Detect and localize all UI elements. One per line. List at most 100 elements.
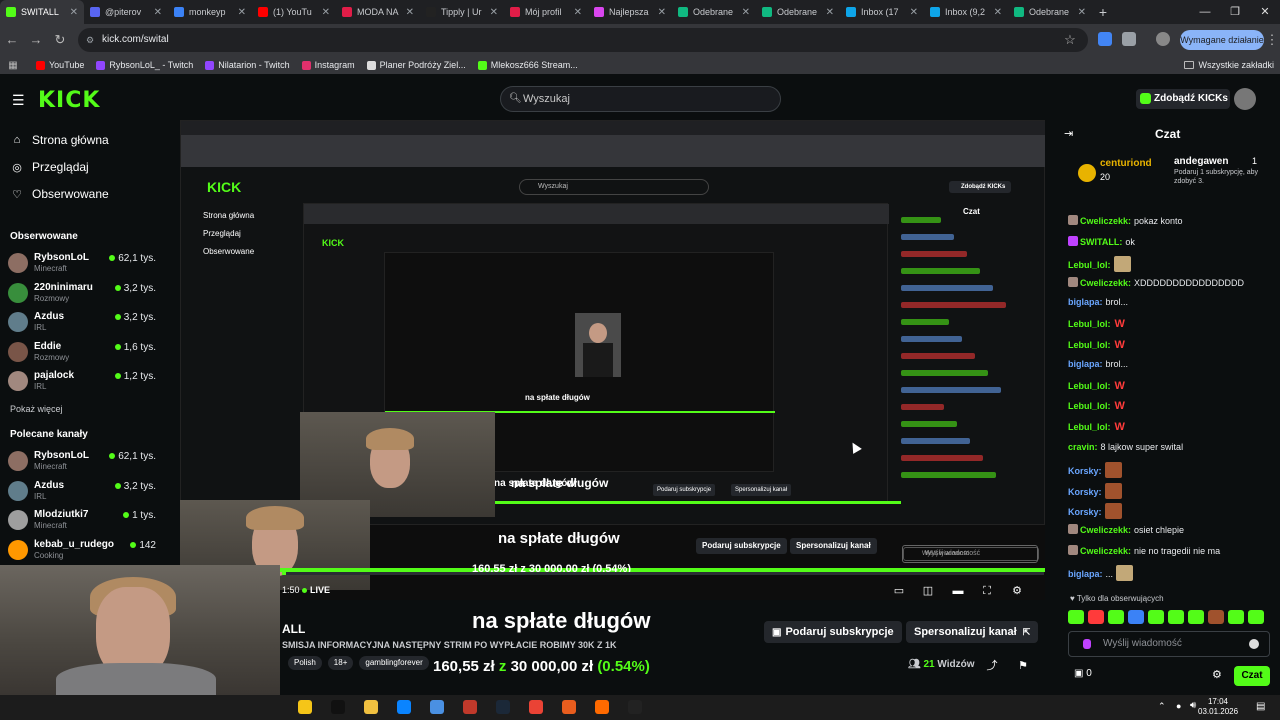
tab-close-icon[interactable]: ✕ [658, 7, 666, 18]
browser-tab[interactable]: Odebrane ✕ [1008, 0, 1092, 24]
quick-emote-icon[interactable] [1068, 610, 1084, 624]
bookmark-item[interactable]: Mlekosz666 Stream... [477, 60, 578, 70]
taskbar-app-icon[interactable] [463, 700, 477, 714]
bookmark-item[interactable]: RybsonLoL_ - Twitch [96, 60, 193, 70]
extensions-puzzle-icon[interactable] [1122, 32, 1136, 46]
chat-username[interactable]: Korsky: [1068, 507, 1102, 517]
all-bookmarks-folder[interactable]: Wszystkie zakładki [1184, 60, 1274, 70]
share-icon[interactable]: ⤴ [986, 660, 998, 672]
browser-tab[interactable]: Odebrane ✕ [672, 0, 756, 24]
profile-icon[interactable] [1156, 32, 1170, 46]
settings-gear-icon[interactable]: ⚙ [1011, 585, 1023, 597]
tab-close-icon[interactable]: ✕ [1078, 7, 1086, 18]
chat-username[interactable]: Korsky: [1068, 487, 1102, 497]
extension-icon[interactable] [1098, 32, 1112, 46]
chat-username[interactable]: biglapa: [1068, 297, 1103, 307]
taskbar-app-icon[interactable] [397, 700, 411, 714]
chat-username[interactable]: biglapa: [1068, 569, 1103, 579]
emoji-picker-icon[interactable] [1249, 639, 1259, 649]
tab-close-icon[interactable]: ✕ [574, 7, 582, 18]
tab-close-icon[interactable]: ✕ [994, 7, 1002, 18]
browser-tab[interactable]: Inbox (17 ✕ [840, 0, 924, 24]
quick-emote-icon[interactable] [1128, 610, 1144, 624]
new-tab-icon[interactable]: + [1092, 4, 1114, 20]
minimize-icon[interactable]: — [1190, 0, 1220, 24]
chat-settings-icon[interactable]: ⚙ [1212, 668, 1222, 681]
sidebar-nav-item[interactable]: ⌂ Strona główna [10, 133, 109, 147]
quick-emote-icon[interactable] [1148, 610, 1164, 624]
browser-tab[interactable]: Tipply | Ur ✕ [420, 0, 504, 24]
quick-emote-icon[interactable] [1248, 610, 1264, 624]
tray-chevron-icon[interactable]: ⌃ [1158, 701, 1166, 712]
get-kicks-button[interactable]: Zdobądź KICKs [1136, 89, 1230, 109]
chat-username[interactable]: Cweliczekk: [1080, 546, 1131, 556]
tab-close-icon[interactable]: ✕ [742, 7, 750, 18]
volume-icon[interactable]: 🔊︎ [1190, 700, 1196, 711]
chat-points[interactable]: ▣ 0 [1074, 668, 1092, 679]
chat-username[interactable]: Lebul_lol: [1068, 260, 1111, 270]
tab-close-icon[interactable]: ✕ [490, 7, 498, 18]
chat-send-button[interactable]: Czat [1234, 666, 1270, 686]
gift-sub-button[interactable]: ▣ Podaruj subskrypcje [764, 621, 902, 643]
chat-username[interactable]: cravin: [1068, 442, 1098, 452]
sidebar-channel[interactable]: pajalock IRL 1,2 tys. [8, 369, 168, 397]
stream-tag[interactable]: gamblingforever [359, 656, 429, 670]
chat-username[interactable]: SWITALL: [1080, 237, 1122, 247]
site-info-icon[interactable]: ⚙ [86, 28, 94, 52]
kick-logo[interactable]: KICK [38, 88, 100, 113]
menu-kebab-icon[interactable]: ⋮ [1264, 32, 1280, 48]
bookmark-star-icon[interactable]: ☆ [1062, 32, 1078, 48]
maximize-icon[interactable]: ❐ [1220, 0, 1250, 24]
sidebar-channel[interactable]: 220ninimaru Rozmowy 3,2 tys. [8, 281, 168, 309]
browser-tab[interactable]: Inbox (9,2 ✕ [924, 0, 1008, 24]
bookmark-item[interactable]: Instagram [301, 60, 355, 70]
chat-input[interactable]: Wyślij wiadomość [1068, 631, 1270, 657]
mic-tray-icon[interactable]: ● [1176, 701, 1181, 711]
chat-username[interactable]: Lebul_lol: [1068, 401, 1111, 411]
url-input[interactable]: ⚙ kick.com/swital [78, 28, 1088, 52]
sidebar-channel[interactable]: kebab_u_rudego Cooking 142 [8, 538, 168, 566]
sidebar-channel[interactable]: Azdus IRL 3,2 tys. [8, 310, 168, 338]
taskbar-app-icon[interactable] [364, 700, 378, 714]
taskbar-app-icon[interactable] [298, 700, 312, 714]
browser-tab[interactable]: (1) YouTu ✕ [252, 0, 336, 24]
tab-close-icon[interactable]: ✕ [322, 7, 330, 18]
notifications-icon[interactable]: ▤ [1256, 701, 1265, 712]
browser-tab[interactable]: @piterov ✕ [84, 0, 168, 24]
bookmark-item[interactable]: Planer Podróży Ziel... [366, 60, 466, 70]
taskbar-app-icon[interactable] [529, 700, 543, 714]
taskbar-app-icon[interactable] [496, 700, 510, 714]
sidebar-nav-item[interactable]: ◎ Przeglądaj [10, 160, 89, 174]
browser-tab[interactable]: MODA NA ✕ [336, 0, 420, 24]
show-more-link[interactable]: Pokaż więcej [10, 404, 63, 414]
browser-tab[interactable]: monkeyp ✕ [168, 0, 252, 24]
quick-emote-icon[interactable] [1168, 610, 1184, 624]
chat-username[interactable]: Cweliczekk: [1080, 278, 1131, 288]
hamburger-menu-icon[interactable]: ☰ [12, 92, 25, 109]
browser-tab[interactable]: Odebrane ✕ [756, 0, 840, 24]
forward-icon[interactable]: → [28, 32, 44, 47]
required-action-button[interactable]: Wymagane działanie [1180, 30, 1264, 50]
apps-grid-icon[interactable]: ▦ [2, 60, 24, 71]
browser-tab[interactable]: SWITALL ✕ [0, 0, 84, 24]
taskbar-app-icon[interactable] [595, 700, 609, 714]
chat-username[interactable]: Lebul_lol: [1068, 422, 1111, 432]
report-icon[interactable]: ⚑ [1017, 660, 1029, 672]
taskbar-app-icon[interactable] [430, 700, 444, 714]
close-window-icon[interactable]: ✕ [1250, 0, 1280, 24]
tab-close-icon[interactable]: ✕ [910, 7, 918, 18]
taskbar-app-icon[interactable] [331, 700, 345, 714]
sidebar-channel[interactable]: RybsonLoL Minecraft 62,1 tys. [8, 251, 168, 279]
customize-channel-button[interactable]: Spersonalizuj kanał ⇱ [906, 621, 1039, 643]
chat-username[interactable]: Lebul_lol: [1068, 340, 1111, 350]
sidebar-nav-item[interactable]: ♡ Obserwowane [10, 187, 109, 201]
bookmark-item[interactable]: YouTube [36, 60, 84, 70]
chat-username[interactable]: biglapa: [1068, 359, 1103, 369]
search-input[interactable]: 🔍︎ Wyszukaj [500, 86, 781, 112]
sidebar-channel[interactable]: Eddie Rozmowy 1,6 tys. [8, 340, 168, 368]
user-avatar[interactable] [1234, 88, 1256, 110]
sidebar-channel[interactable]: Mlodziutki7 Minecraft 1 tys. [8, 508, 168, 536]
chat-username[interactable]: Cweliczekk: [1080, 216, 1131, 226]
chat-username[interactable]: Korsky: [1068, 466, 1102, 476]
quick-emote-icon[interactable] [1108, 610, 1124, 624]
